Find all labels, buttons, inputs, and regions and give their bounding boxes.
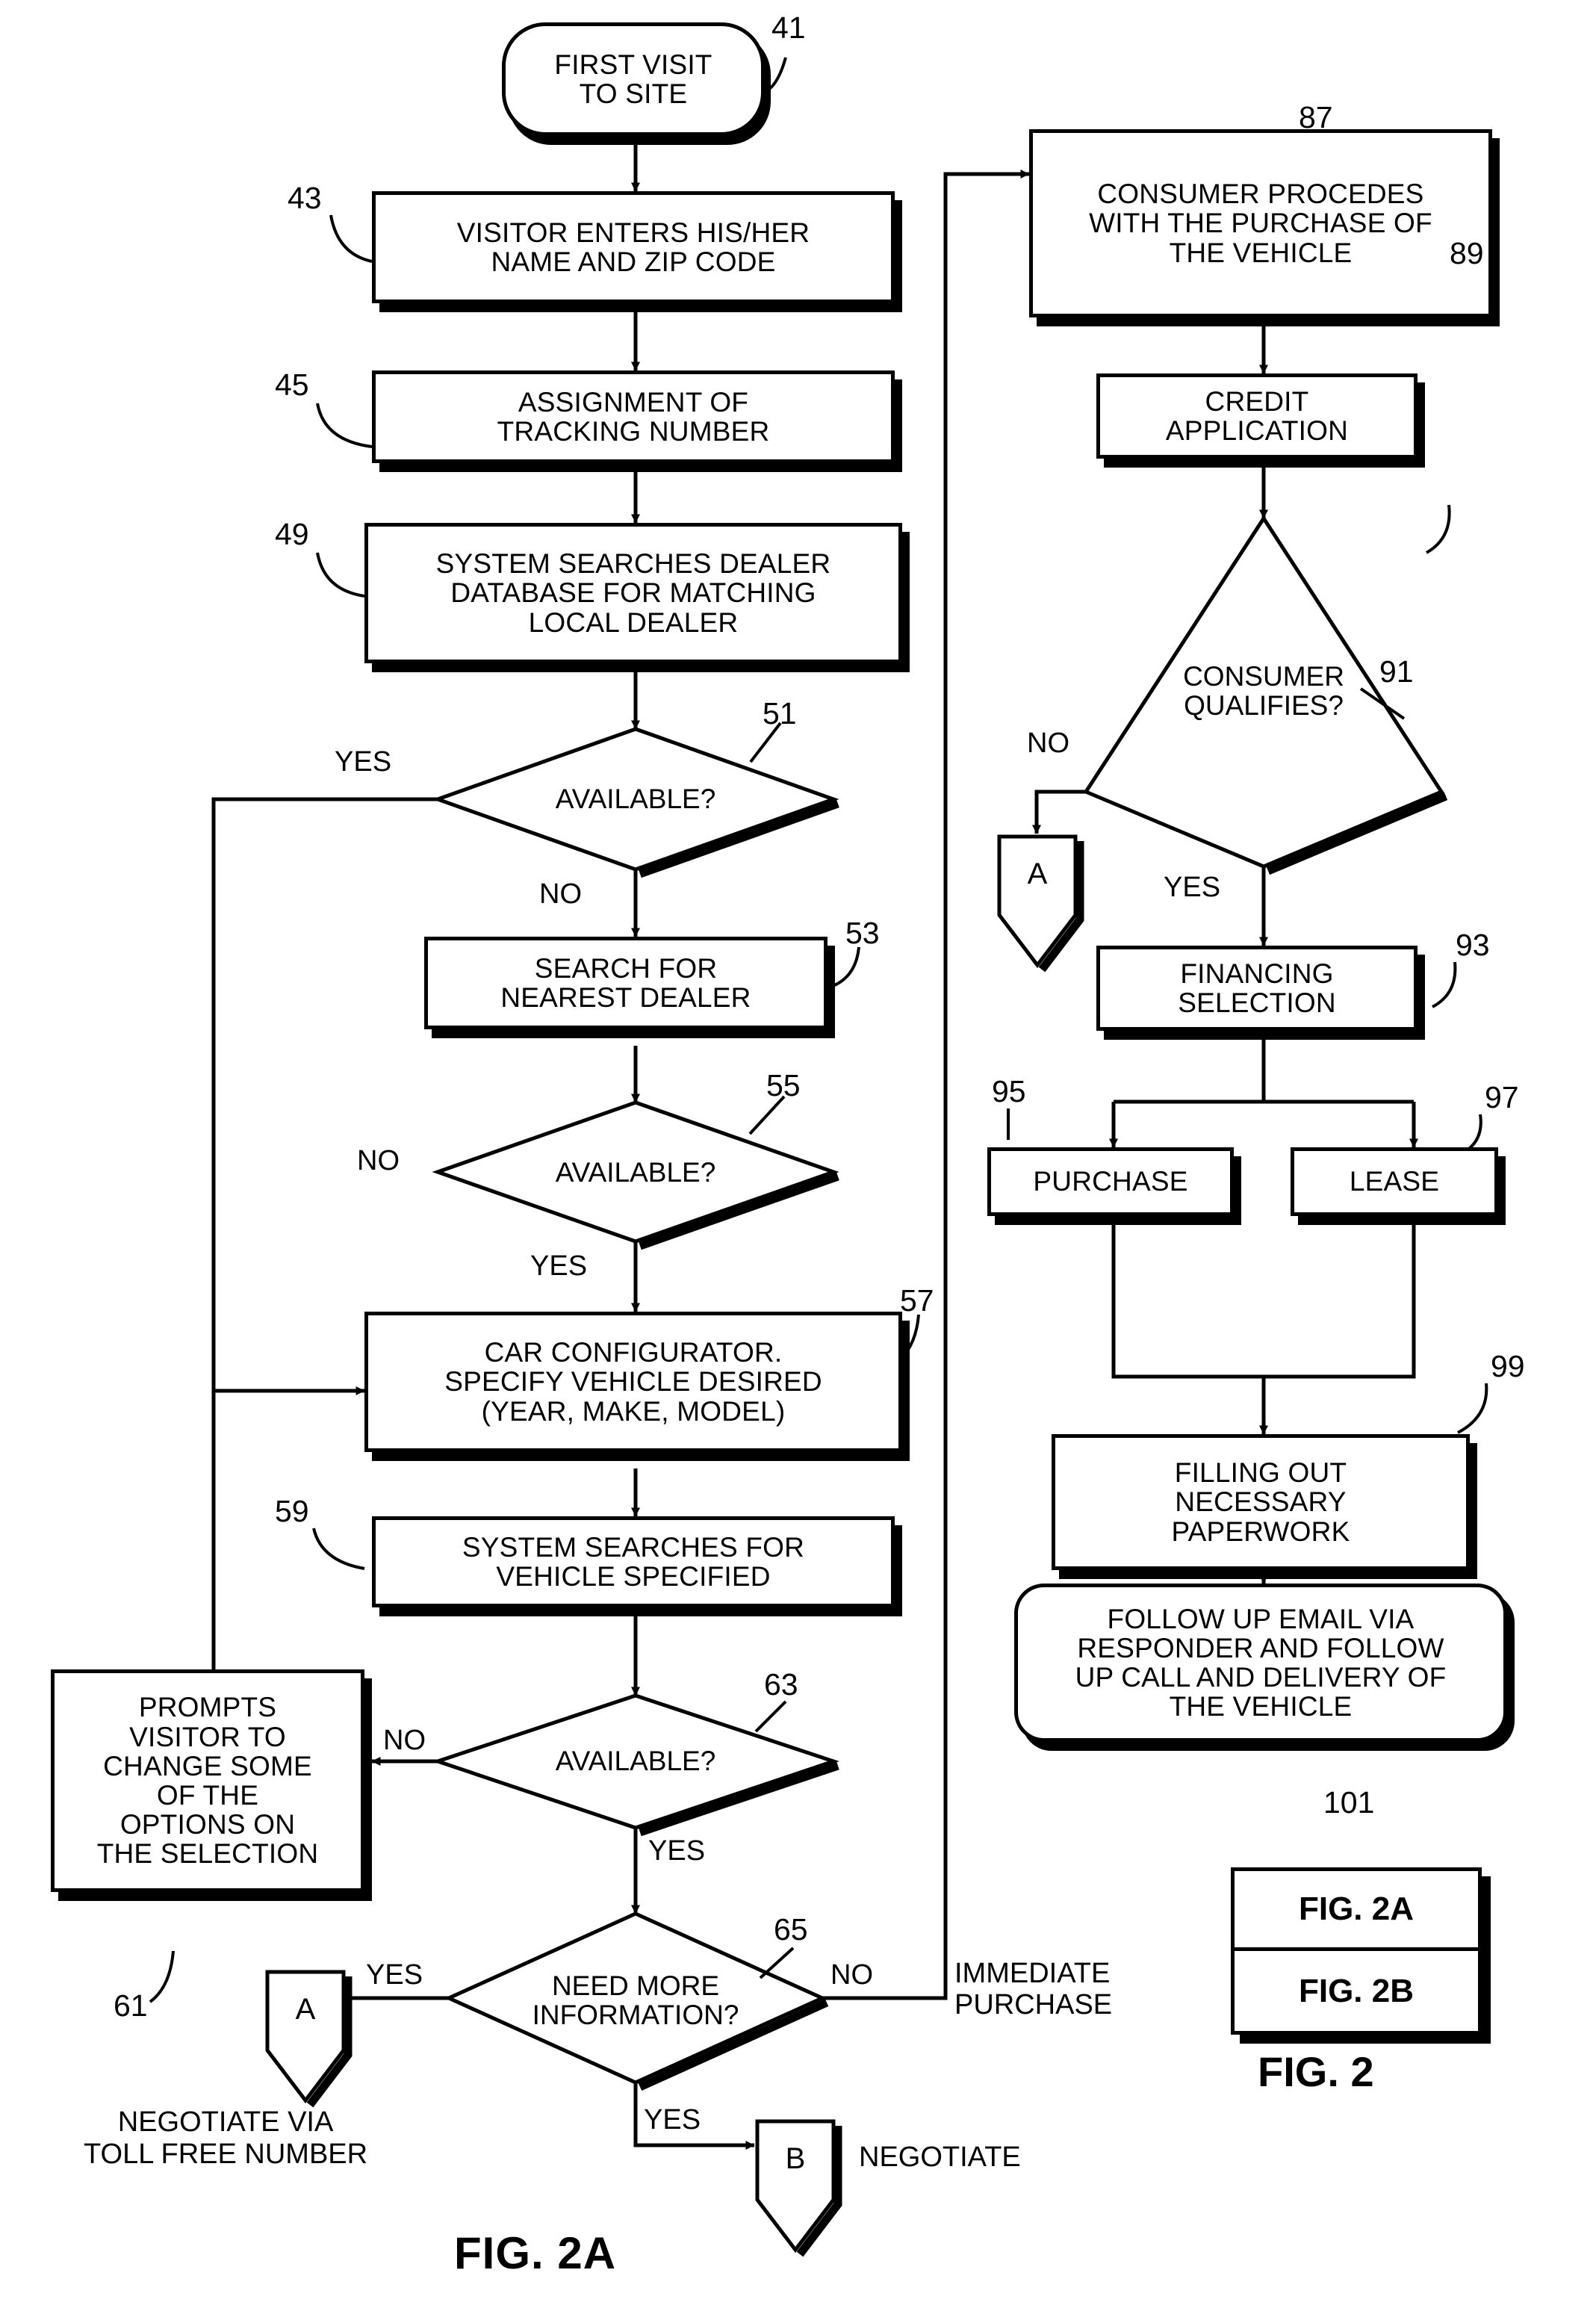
ref-number-61: 61 <box>114 1988 148 2023</box>
connector-label: B <box>785 2141 806 2175</box>
edge-label-55-no: NO <box>357 1145 400 1176</box>
node-label: LEASE <box>1349 1166 1440 1197</box>
ref-number-91: 91 <box>1379 654 1414 689</box>
figure-legend-row-2a: FIG. 2A <box>1235 1871 1478 1951</box>
ref-number-43: 43 <box>288 181 322 215</box>
node-search-nearest-dealer: SEARCH FOR NEAREST DEALER <box>424 937 828 1029</box>
ref-number-55: 55 <box>766 1068 801 1102</box>
node-label: SYSTEM SEARCHES FOR VEHICLE SPECIFIED <box>462 1531 805 1592</box>
edge-label-63-yes: YES <box>648 1835 706 1867</box>
figure-legend-label: FIG. 2B <box>1298 1972 1415 2009</box>
connector-b: B <box>757 2129 833 2189</box>
edge-label-91-no: NO <box>1027 728 1069 759</box>
edge-label-51-yes: YES <box>335 746 392 778</box>
figure-legend-label: FIG. 2A <box>1298 1891 1415 1927</box>
node-label: SYSTEM SEARCHES DEALER DATABASE FOR MATC… <box>435 548 831 638</box>
node-label: AVAILABLE? <box>555 784 716 815</box>
node-label: VISITOR ENTERS HIS/HER NAME AND ZIP CODE <box>456 217 810 277</box>
node-car-configurator: CAR CONFIGURATOR. SPECIFY VEHICLE DESIRE… <box>364 1312 902 1452</box>
ref-number-51: 51 <box>763 696 797 731</box>
node-consumer-qualifies: CONSUMER QUALIFIES? <box>1122 654 1406 728</box>
edge-label-65-yes-bottom: YES <box>644 2104 701 2136</box>
node-purchase: PURCHASE <box>987 1147 1234 1216</box>
node-prompts-visitor-change-options: PROMPTS VISITOR TO CHANGE SOME OF THE OP… <box>51 1669 364 1892</box>
node-label: FILLING OUT NECESSARY PAPERWORK <box>1171 1457 1350 1547</box>
node-label: PURCHASE <box>1033 1166 1188 1197</box>
node-credit-application: CREDIT APPLICATION <box>1096 373 1418 459</box>
figure-legend-row-2b: FIG. 2B <box>1235 1951 1478 2031</box>
ref-number-65: 65 <box>774 1912 808 1947</box>
edge-label-91-yes: YES <box>1164 872 1221 903</box>
node-lease: LEASE <box>1291 1147 1498 1216</box>
ref-number-57: 57 <box>900 1283 934 1318</box>
node-label: AVAILABLE? <box>555 1157 716 1188</box>
node-label: NEED MORE INFORMATION? <box>532 1970 739 2030</box>
node-label: AVAILABLE? <box>555 1746 716 1777</box>
edge-label-51-no: NO <box>539 878 582 910</box>
ref-number-41: 41 <box>771 10 806 45</box>
ref-number-95: 95 <box>992 1074 1026 1108</box>
edge-label-65-yes-left: YES <box>366 1959 423 1991</box>
figure-caption: FIG. 2A <box>454 2228 617 2278</box>
node-label: CREDIT APPLICATION <box>1165 385 1349 446</box>
ref-number-87: 87 <box>1299 100 1333 134</box>
node-label: ASSIGNMENT OF TRACKING NUMBER <box>497 386 770 447</box>
node-available-63: AVAILABLE? <box>486 1739 785 1784</box>
ref-number-89: 89 <box>1450 236 1484 270</box>
ref-number-49: 49 <box>275 517 309 551</box>
edge-label-63-no: NO <box>383 1725 426 1756</box>
ref-number-93: 93 <box>1456 928 1490 962</box>
node-label: CAR CONFIGURATOR. SPECIFY VEHICLE DESIRE… <box>444 1337 822 1427</box>
figure-legend-box: FIG. 2A FIG. 2B <box>1231 1867 1482 2035</box>
edge-label-immediate-purchase: IMMEDIATE PURCHASE <box>954 1958 1113 2020</box>
patent-figure-sheet: FIRST VISIT TO SITE 41 VISITOR ENTERS HI… <box>0 0 1596 2323</box>
edge-label-55-yes: YES <box>530 1250 588 1282</box>
node-label: CONSUMER PROCEDES WITH THE PURCHASE OF T… <box>1089 179 1432 268</box>
node-system-searches-vehicle: SYSTEM SEARCHES FOR VEHICLE SPECIFIED <box>372 1516 895 1607</box>
node-first-visit-to-site: FIRST VISIT TO SITE <box>502 22 765 136</box>
ref-number-99: 99 <box>1491 1349 1525 1383</box>
ref-number-97: 97 <box>1485 1080 1519 1114</box>
ref-number-53: 53 <box>845 916 880 950</box>
ref-number-101: 101 <box>1323 1785 1375 1820</box>
node-label: FOLLOW UP EMAIL VIA RESPONDER AND FOLLOW… <box>1075 1603 1447 1722</box>
node-label: SEARCH FOR NEAREST DEALER <box>500 952 751 1013</box>
node-consumer-procedes-purchase: CONSUMER PROCEDES WITH THE PURCHASE OF T… <box>1029 129 1492 317</box>
node-label: FIRST VISIT TO SITE <box>554 49 712 109</box>
node-visitor-enters-name-zip: VISITOR ENTERS HIS/HER NAME AND ZIP CODE <box>372 191 895 303</box>
node-label: PROMPTS VISITOR TO CHANGE SOME OF THE OP… <box>96 1692 319 1870</box>
node-available-55: AVAILABLE? <box>486 1150 785 1195</box>
node-system-searches-dealer-database: SYSTEM SEARCHES DEALER DATABASE FOR MATC… <box>364 523 902 663</box>
node-label: CONSUMER QUALIFIES? <box>1183 660 1344 721</box>
connector-label: A <box>295 1992 316 2026</box>
edge-label-65-no: NO <box>830 1959 873 1991</box>
ref-number-59: 59 <box>275 1494 309 1528</box>
node-need-more-information: NEED MORE INFORMATION? <box>494 1963 777 2038</box>
node-label: FINANCING SELECTION <box>1178 958 1336 1018</box>
connector-a-right: A <box>999 844 1075 904</box>
node-available-51: AVAILABLE? <box>486 777 785 822</box>
connector-label: A <box>1027 857 1048 890</box>
node-assignment-tracking-number: ASSIGNMENT OF TRACKING NUMBER <box>372 370 895 463</box>
ref-number-63: 63 <box>764 1667 798 1702</box>
ref-number-45: 45 <box>275 367 309 402</box>
figure-legend-caption: FIG. 2 <box>1258 2048 1374 2095</box>
node-follow-up-email-delivery: FOLLOW UP EMAIL VIA RESPONDER AND FOLLOW… <box>1014 1584 1507 1742</box>
connector-a-left: A <box>267 1979 344 2039</box>
edge-label-negotiate-toll-free: NEGOTIATE VIA TOLL FREE NUMBER <box>84 2106 368 2170</box>
node-financing-selection: FINANCING SELECTION <box>1096 946 1418 1031</box>
edge-label-negotiate-b: NEGOTIATE <box>859 2141 1021 2173</box>
node-filling-out-paperwork: FILLING OUT NECESSARY PAPERWORK <box>1052 1434 1470 1570</box>
